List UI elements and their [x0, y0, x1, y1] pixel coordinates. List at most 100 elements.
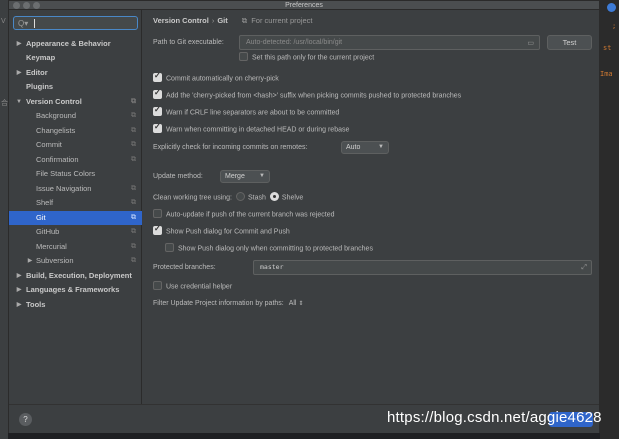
- chevron-updown-icon[interactable]: ⇕: [298, 301, 303, 307]
- sidebar-item-background[interactable]: Background ⧉: [9, 109, 142, 123]
- sidebar-item-build-execution-deployment[interactable]: ▶ Build, Execution, Deployment: [9, 269, 142, 283]
- sidebar-item-label: Commit: [36, 140, 62, 149]
- settings-search-input[interactable]: Q▾: [13, 16, 138, 30]
- warn-crlf-option[interactable]: Warn if CRLF line separators are about t…: [153, 105, 340, 117]
- sidebar-item-confirmation[interactable]: Confirmation ⧉: [9, 153, 142, 167]
- sidebar-item-subversion[interactable]: ▶ Subversion ⧉: [9, 254, 142, 268]
- shelve-radio[interactable]: [269, 192, 279, 201]
- incoming-commits-label: Explicitly check for incoming commits on…: [153, 144, 308, 151]
- show-push-dialog-checkbox[interactable]: [153, 224, 162, 235]
- sidebar-item-languages-frameworks[interactable]: ▶ Languages & Frameworks: [9, 283, 142, 297]
- help-icon[interactable]: ?: [19, 413, 32, 426]
- show-push-protected-option[interactable]: Show Push dialog only when committing to…: [165, 243, 373, 253]
- project-scope-icon: ⧉: [131, 141, 136, 148]
- warn-crlf-checkbox[interactable]: [153, 105, 162, 116]
- cherry-picked-suffix-label: Add the 'cherry-picked from <hash>' suff…: [166, 92, 462, 100]
- stash-label[interactable]: Stash: [248, 194, 266, 201]
- sidebar-item-issue-navigation[interactable]: Issue Navigation ⧉: [9, 182, 142, 196]
- title-bar: Preferences: [9, 1, 599, 10]
- expand-arrow-icon: ▶: [16, 41, 22, 47]
- breadcrumb-current: Git: [217, 16, 228, 25]
- sidebar-item-mercurial[interactable]: Mercurial ⧉: [9, 240, 142, 254]
- commit-on-cherry-pick-option[interactable]: Commit automatically on cherry-pick: [153, 71, 279, 83]
- project-scope-icon: ⧉: [131, 199, 136, 206]
- sidebar-item-editor[interactable]: ▶ Editor: [9, 66, 142, 80]
- project-scope-icon: ⧉: [131, 112, 136, 119]
- current-project-only-checkbox[interactable]: [239, 52, 248, 61]
- chevron-down-icon: ▼: [378, 144, 384, 150]
- show-push-dialog-option[interactable]: Show Push dialog for Commit and Push: [153, 224, 290, 236]
- use-credential-helper-checkbox[interactable]: [153, 281, 162, 290]
- update-method-label: Update method:: [153, 173, 203, 180]
- sidebar-item-label: Confirmation: [36, 155, 79, 164]
- cherry-picked-suffix-checkbox[interactable]: [153, 88, 162, 99]
- editor-fragment: 合: [1, 100, 8, 107]
- sidebar-item-commit[interactable]: Commit ⧉: [9, 138, 142, 152]
- notification-icon: [607, 3, 616, 12]
- breadcrumb: Version Control › Git ⧉ For current project: [153, 16, 313, 26]
- editor-fragment: Ima: [600, 70, 613, 78]
- sidebar-item-plugins[interactable]: Plugins: [9, 80, 142, 94]
- background-editor-right: ; st Ima: [600, 0, 619, 439]
- auto-update-rejected-checkbox[interactable]: [153, 209, 162, 218]
- sidebar-item-git[interactable]: Git ⧉: [9, 211, 142, 225]
- use-credential-helper-label: Use credential helper: [166, 283, 233, 291]
- sidebar-item-github[interactable]: GitHub ⧉: [9, 225, 142, 239]
- sidebar-item-file-status-colors[interactable]: File Status Colors: [9, 167, 142, 181]
- sidebar-item-appearance-behavior[interactable]: ▶ Appearance & Behavior: [9, 37, 142, 51]
- expand-arrow-icon: ▶: [16, 302, 22, 308]
- breadcrumb-parent[interactable]: Version Control: [153, 16, 209, 25]
- preferences-window: Preferences Q▾ ▶ Appearance & Behavior K…: [8, 0, 600, 433]
- editor-fragment: V: [1, 18, 6, 25]
- expand-arrow-icon: ▶: [27, 258, 33, 264]
- filter-update-value[interactable]: All: [289, 300, 297, 307]
- warn-detached-head-checkbox[interactable]: [153, 122, 162, 133]
- text-caret: [34, 19, 35, 28]
- watermark: https://blog.csdn.net/aggie4628: [387, 409, 602, 426]
- sidebar-item-label: Changelists: [36, 126, 76, 135]
- window-title: Preferences: [285, 2, 323, 9]
- clean-tree-label: Clean working tree using:: [153, 194, 232, 202]
- sidebar-item-keymap[interactable]: Keymap: [9, 51, 142, 65]
- expand-arrow-icon: ▶: [16, 287, 22, 293]
- sidebar-item-label: Tools: [26, 300, 46, 309]
- sidebar-item-label: Plugins: [26, 82, 54, 91]
- expand-arrow-icon: ▶: [16, 273, 22, 279]
- sidebar-item-label: File Status Colors: [36, 169, 96, 178]
- project-scope-icon: ⧉: [131, 98, 136, 105]
- commit-on-cherry-pick-checkbox[interactable]: [153, 71, 162, 82]
- expand-icon[interactable]: ⤢: [581, 261, 587, 274]
- breadcrumb-separator: ›: [211, 16, 215, 25]
- stash-radio[interactable]: [236, 192, 245, 201]
- editor-fragment: st: [603, 44, 612, 52]
- update-method-select[interactable]: Merge ▼: [220, 170, 270, 183]
- git-path-placeholder: Auto-detected: /usr/local/bin/git: [246, 39, 343, 46]
- sidebar-item-version-control[interactable]: ▼ Version Control ⧉: [9, 95, 142, 109]
- warn-crlf-label: Warn if CRLF line separators are about t…: [166, 109, 340, 117]
- sidebar-item-tools[interactable]: ▶ Tools: [9, 298, 142, 312]
- show-push-protected-checkbox[interactable]: [165, 243, 174, 252]
- sidebar-item-label: Languages & Frameworks: [26, 285, 120, 294]
- sidebar-item-shelf[interactable]: Shelf ⧉: [9, 196, 142, 210]
- current-project-only-option[interactable]: Set this path only for the current proje…: [239, 52, 374, 62]
- git-path-input[interactable]: Auto-detected: /usr/local/bin/git ▭: [239, 35, 540, 50]
- sidebar-item-changelists[interactable]: Changelists ⧉: [9, 124, 142, 138]
- protected-branches-input[interactable]: master ⤢: [253, 260, 592, 275]
- project-scope-icon: ⧉: [131, 214, 136, 221]
- use-credential-helper-option[interactable]: Use credential helper: [153, 281, 233, 291]
- sidebar-item-label: Editor: [26, 68, 48, 77]
- warn-detached-head-option[interactable]: Warn when committing in detached HEAD or…: [153, 122, 349, 134]
- git-settings-panel: Version Control › Git ⧉ For current project…: [143, 10, 599, 404]
- expand-arrow-icon: ▶: [16, 70, 22, 76]
- test-button[interactable]: Test: [547, 35, 592, 50]
- git-path-label: Path to Git executable:: [153, 39, 224, 46]
- folder-icon[interactable]: ▭: [527, 37, 534, 50]
- cherry-picked-suffix-option[interactable]: Add the 'cherry-picked from <hash>' suff…: [153, 88, 462, 100]
- incoming-commits-select[interactable]: Auto ▼: [341, 141, 389, 154]
- sidebar-item-label: Background: [36, 111, 77, 120]
- project-scope-icon: ⧉: [241, 16, 248, 25]
- project-scope-icon: ⧉: [131, 243, 136, 250]
- project-scope-icon: ⧉: [131, 228, 136, 235]
- shelve-label[interactable]: Shelve: [282, 194, 303, 201]
- auto-update-rejected-option[interactable]: Auto-update if push of the current branc…: [153, 209, 335, 219]
